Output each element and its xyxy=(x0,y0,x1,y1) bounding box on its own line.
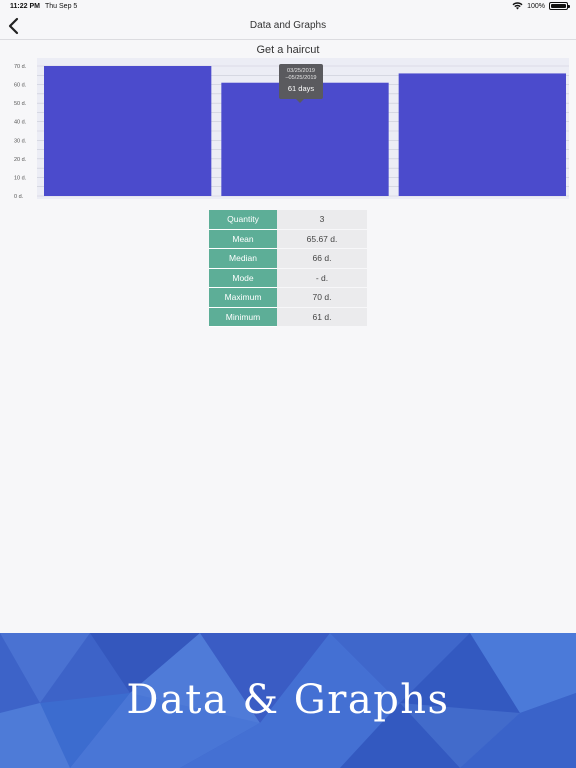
battery-icon xyxy=(549,2,570,10)
table-row: Mean 65.67 d. xyxy=(209,229,367,249)
bar-tooltip: 03/25/2019 –05/25/2019 61 days xyxy=(279,64,323,103)
table-row: Mode - d. xyxy=(209,268,367,288)
wifi-icon xyxy=(512,2,523,10)
status-right: 100% xyxy=(512,2,570,10)
promo-banner: Data & Graphs xyxy=(0,633,576,768)
stat-value: 61 d. xyxy=(277,307,367,327)
stat-label: Minimum xyxy=(209,307,277,327)
stat-label: Maximum xyxy=(209,288,277,308)
y-tick-label: 0 d. xyxy=(14,194,24,200)
battery-percent: 100% xyxy=(527,2,545,10)
bar[interactable] xyxy=(398,73,566,196)
status-time: 11:22 PM xyxy=(10,3,40,10)
y-axis-ticks: 0 d. 10 d. 20 d. 30 d. 40 d. 50 d. 60 d. 70 d. xyxy=(14,64,27,200)
stat-value: 70 d. xyxy=(277,288,367,308)
y-tick-label: 60 d. xyxy=(14,83,27,89)
stat-label: Mean xyxy=(209,229,277,249)
statistics-table: Quantity 3 Mean 65.67 d. Median 66 d. Mo… xyxy=(209,210,367,327)
stat-value: 66 d. xyxy=(277,249,367,269)
stat-label: Mode xyxy=(209,268,277,288)
navigation-bar: Data and Graphs xyxy=(0,14,576,40)
y-tick-label: 50 d. xyxy=(14,101,27,107)
y-tick-label: 20 d. xyxy=(14,157,27,163)
y-tick-label: 30 d. xyxy=(14,138,27,144)
y-tick-label: 40 d. xyxy=(14,120,27,126)
stat-value: 3 xyxy=(277,210,367,230)
y-tick-label: 10 d. xyxy=(14,175,27,181)
table-row: Minimum 61 d. xyxy=(209,307,367,327)
bar[interactable] xyxy=(44,66,212,196)
bar[interactable] xyxy=(221,82,389,196)
stat-label: Median xyxy=(209,249,277,269)
status-bar: 11:22 PM Thu Sep 5 100% xyxy=(0,0,576,14)
stat-value: 65.67 d. xyxy=(277,229,367,249)
page-title: Data and Graphs xyxy=(249,20,327,31)
banner-title: Data & Graphs xyxy=(126,677,450,723)
status-date: Thu Sep 5 xyxy=(45,3,78,10)
stat-value: - d. xyxy=(277,268,367,288)
tooltip-start-date: 03/25/2019 xyxy=(287,68,315,74)
chart-title: Get a haircut xyxy=(256,44,320,56)
y-tick-label: 70 d. xyxy=(14,64,27,70)
tooltip-end-date: –05/25/2019 xyxy=(285,75,317,81)
table-row: Median 66 d. xyxy=(209,249,367,269)
stat-label: Quantity xyxy=(209,210,277,230)
table-row: Maximum 70 d. xyxy=(209,288,367,308)
table-row: Quantity 3 xyxy=(209,210,367,230)
tooltip-value: 61 days xyxy=(287,84,315,93)
